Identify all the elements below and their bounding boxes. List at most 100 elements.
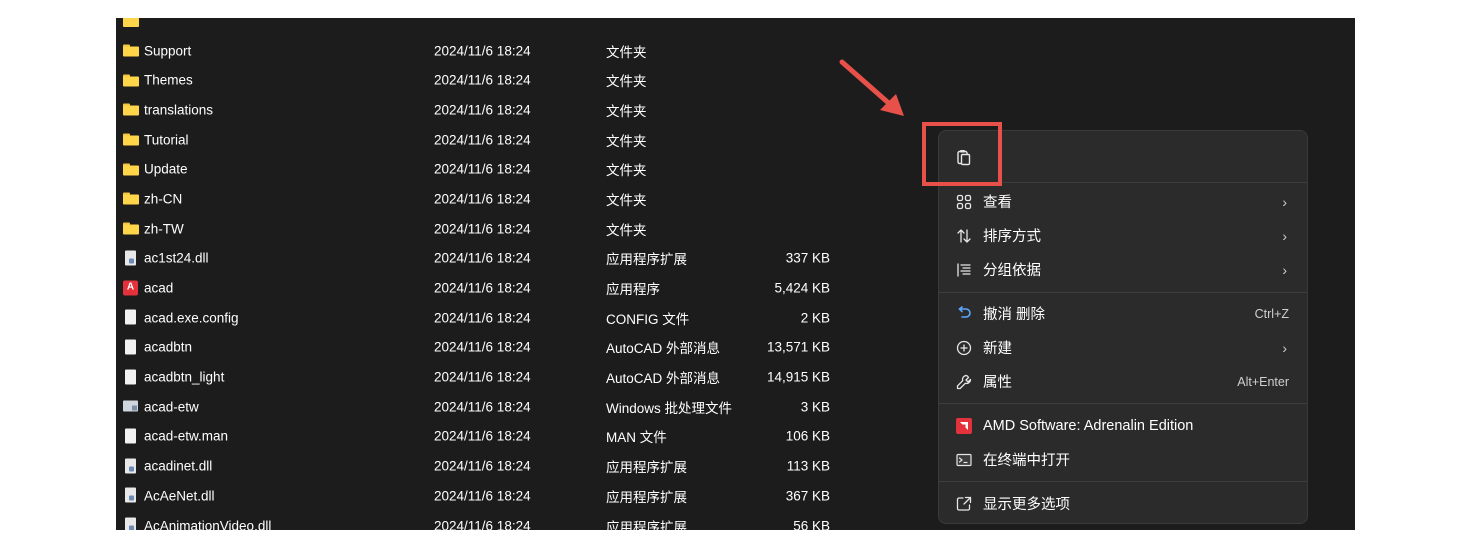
file-list: Support 2024/11/6 18:24 文件夹 Themes 2024/11/6… <box>116 18 876 530</box>
file-type: 文件夹 <box>606 74 647 90</box>
view-grid-icon <box>955 193 973 211</box>
file-date: 2024/11/6 18:24 <box>434 399 531 415</box>
chevron-right-icon: › <box>1282 193 1287 210</box>
menu-separator <box>939 403 1307 404</box>
folder-icon <box>123 18 139 27</box>
show-more-options-icon <box>955 495 973 513</box>
file-type: 文件夹 <box>606 133 647 149</box>
folder-icon <box>123 44 139 57</box>
file-row[interactable]: zh-TW 2024/11/6 18:24 文件夹 <box>116 214 876 244</box>
file-date: 2024/11/6 18:24 <box>434 102 531 118</box>
file-type: AutoCAD 外部消息 <box>606 341 721 357</box>
file-name-cell: translations <box>123 102 213 117</box>
file-row[interactable]: Themes 2024/11/6 18:24 文件夹 <box>116 65 876 95</box>
menu-item-label: 新建 <box>983 341 1012 357</box>
file-name-cell: acadinet.dll <box>123 458 212 474</box>
shortcut-label: Alt+Enter <box>1237 374 1289 389</box>
file-date: 2024/11/6 18:24 <box>434 488 531 504</box>
document-icon <box>123 339 139 355</box>
file-row[interactable]: acad-etw 2024/11/6 18:24 Windows 批处理文件 3 KB <box>116 392 876 422</box>
menu-item-properties[interactable]: 属性 Alt+Enter <box>939 365 1307 398</box>
chevron-right-icon: › <box>1282 261 1287 278</box>
file-date: 2024/11/6 18:24 <box>434 191 531 207</box>
file-size: 106 KB <box>785 428 830 444</box>
file-name: AcAeNet.dll <box>144 488 215 504</box>
file-name: AcAnimationVideo.dll <box>144 518 272 530</box>
folder-icon <box>123 192 139 205</box>
dll-file-icon <box>123 517 139 530</box>
context-menu: 查看 › 排序方式 › 分组依据 › 撤消 删除 Ctrl+Z 新建 › 属性 … <box>938 130 1308 524</box>
file-date: 2024/11/6 18:24 <box>434 428 531 444</box>
menu-item-open-in-terminal[interactable]: 在终端中打开 <box>939 443 1307 476</box>
file-type: CONFIG 文件 <box>606 311 690 327</box>
document-icon <box>123 428 139 444</box>
file-row[interactable] <box>116 18 876 36</box>
file-type: 应用程序扩展 <box>606 519 687 530</box>
file-size: 367 KB <box>785 488 830 504</box>
file-date: 2024/11/6 18:24 <box>434 310 531 326</box>
dll-file-icon <box>123 487 139 503</box>
group-by-icon <box>955 261 973 279</box>
menu-item-label: 排序方式 <box>983 229 1041 245</box>
file-row[interactable]: acad.exe.config 2024/11/6 18:24 CONFIG 文件 2… <box>116 303 876 333</box>
menu-item-sort[interactable]: 排序方式 › <box>939 219 1307 252</box>
file-row[interactable]: Tutorial 2024/11/6 18:24 文件夹 <box>116 125 876 155</box>
undo-icon <box>955 305 973 323</box>
file-name: ac1st24.dll <box>144 250 209 266</box>
file-size: 337 KB <box>785 250 830 266</box>
file-row[interactable]: acadbtn_light 2024/11/6 18:24 AutoCAD 外部消息… <box>116 362 876 392</box>
file-row[interactable]: AcAeNet.dll 2024/11/6 18:24 应用程序扩展 367 KB <box>116 481 876 511</box>
file-row[interactable]: ac1st24.dll 2024/11/6 18:24 应用程序扩展 337 KB <box>116 244 876 274</box>
file-name: zh-CN <box>144 191 183 207</box>
chevron-right-icon: › <box>1282 339 1287 356</box>
menu-item-view[interactable]: 查看 › <box>939 185 1307 218</box>
file-row[interactable]: acad 2024/11/6 18:24 应用程序 5,424 KB <box>116 273 876 303</box>
file-type: 文件夹 <box>606 222 647 238</box>
file-row[interactable]: acadinet.dll 2024/11/6 18:24 应用程序扩展 113 KB <box>116 451 876 481</box>
file-name-cell: Update <box>123 162 188 177</box>
file-row[interactable]: Update 2024/11/6 18:24 文件夹 <box>116 154 876 184</box>
file-row[interactable]: acad-etw.man 2024/11/6 18:24 MAN 文件 106 KB <box>116 422 876 452</box>
file-name-cell: acadbtn_light <box>123 369 224 385</box>
file-name-cell: zh-CN <box>123 191 182 206</box>
dll-file-icon <box>123 250 139 266</box>
file-name-cell: ac1st24.dll <box>123 250 209 266</box>
file-name: acad-etw.man <box>144 428 229 444</box>
file-row[interactable]: Support 2024/11/6 18:24 文件夹 <box>116 36 876 66</box>
file-row[interactable]: translations 2024/11/6 18:24 文件夹 <box>116 95 876 125</box>
file-row[interactable]: acadbtn 2024/11/6 18:24 AutoCAD 外部消息 13,571… <box>116 333 876 363</box>
document-icon <box>123 309 139 325</box>
file-name-cell: Support <box>123 43 191 58</box>
file-name: Support <box>144 43 192 59</box>
file-row[interactable]: zh-CN 2024/11/6 18:24 文件夹 <box>116 184 876 214</box>
file-name: acad-etw <box>144 399 199 415</box>
menu-item-label: AMD Software: Adrenalin Edition <box>983 417 1194 434</box>
file-name-cell: Tutorial <box>123 132 189 147</box>
file-date: 2024/11/6 18:24 <box>434 250 531 266</box>
file-row[interactable]: AcAnimationVideo.dll 2024/11/6 18:24 应用程序扩… <box>116 511 876 530</box>
file-size: 56 KB <box>793 518 830 530</box>
menu-item-new[interactable]: 新建 › <box>939 331 1307 364</box>
folder-icon <box>123 222 139 235</box>
file-date: 2024/11/6 18:24 <box>434 369 531 385</box>
menu-item-undo-delete[interactable]: 撤消 删除 Ctrl+Z <box>939 297 1307 330</box>
file-size: 14,915 KB <box>766 369 830 385</box>
file-name-cell: acad <box>123 280 173 296</box>
terminal-icon <box>955 451 973 469</box>
file-name: Tutorial <box>144 132 189 148</box>
folder-icon <box>123 163 139 176</box>
file-name: zh-TW <box>144 221 184 237</box>
menu-item-label: 在终端中打开 <box>983 453 1070 469</box>
file-type: 文件夹 <box>606 192 647 208</box>
file-type: 应用程序扩展 <box>606 460 687 476</box>
menu-item-amd-software[interactable]: AMD Software: Adrenalin Edition <box>939 409 1307 442</box>
file-type: 文件夹 <box>606 163 647 179</box>
file-explorer-window: Support 2024/11/6 18:24 文件夹 Themes 2024/11/6… <box>116 18 1355 530</box>
file-name-cell: zh-TW <box>123 221 184 236</box>
document-icon <box>123 369 139 385</box>
menu-item-group-by[interactable]: 分组依据 › <box>939 253 1307 286</box>
folder-icon <box>123 74 139 87</box>
file-type: AutoCAD 外部消息 <box>606 371 721 387</box>
file-type: Windows 批处理文件 <box>606 400 733 416</box>
menu-item-show-more-options[interactable]: 显示更多选项 <box>939 487 1307 520</box>
